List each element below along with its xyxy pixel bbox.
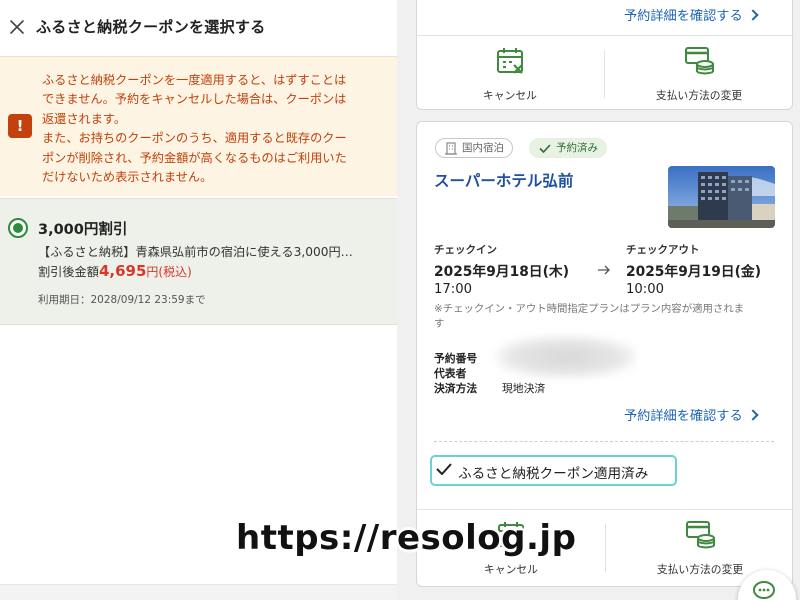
arrow-right-icon	[598, 265, 610, 275]
checkout-time: 10:00	[626, 282, 665, 297]
price-value: 4,695	[98, 262, 147, 280]
checkin-label: チェックイン	[434, 244, 497, 256]
payment-method-label: 決済方法	[434, 382, 478, 395]
check-icon	[436, 463, 452, 475]
checkout-label: チェックアウト	[626, 244, 700, 256]
category-tag: 国内宿泊	[435, 138, 513, 158]
cancel-button[interactable]: キャンセル	[416, 36, 604, 112]
coupon-radio[interactable]	[8, 218, 28, 238]
coupon-title: 3,000円割引	[38, 222, 128, 238]
watermark: https://resolog.jp	[236, 518, 577, 558]
status-badge: 予約済み	[529, 138, 607, 158]
hotel-name[interactable]: スーパーホテル弘前	[434, 169, 573, 191]
check-icon	[539, 144, 551, 153]
redacted-info	[496, 336, 636, 378]
chevron-right-icon	[747, 409, 759, 421]
card-actions: キャンセル 支払い方法の変更	[416, 35, 793, 111]
checkin-note: ※チェックイン・アウト時間指定プランはプラン内容が適用されま す	[434, 303, 745, 330]
hotel-photo[interactable]	[668, 166, 775, 228]
coupon-discounted-price: 割引後金額4,695円(税込)	[38, 262, 192, 280]
bottom-divider	[0, 584, 397, 600]
reservation-card-previous: 予約詳細を確認する キャンセル 支払い方法の変更	[416, 0, 793, 110]
coupon-expiry: 利用期日：2028/09/12 23:59まで	[38, 294, 206, 306]
payment-change-icon	[686, 521, 715, 549]
warning-icon: !	[8, 114, 32, 138]
chat-icon	[753, 581, 775, 599]
page-title: ふるさと納税クーポンを選択する	[36, 18, 266, 36]
payment-change-icon	[685, 47, 714, 75]
checkout-date: 2025年9月19日(金)	[626, 264, 761, 280]
building-icon	[445, 142, 457, 155]
chevron-right-icon	[747, 9, 759, 21]
coupon-applied-text: ふるさと納税クーポン適用済み	[458, 466, 649, 482]
checkin-date: 2025年9月18日(木)	[434, 264, 569, 280]
divider	[434, 441, 774, 442]
calendar-cancel-icon	[497, 48, 523, 74]
notice-text: ふるさと納税クーポンを一度適用すると、はずすことは できません。予約をキャンセル…	[42, 73, 347, 185]
reservation-number-label: 予約番号	[434, 352, 478, 365]
representative-label: 代表者	[434, 367, 467, 380]
checkin-time: 17:00	[434, 282, 473, 297]
payment-method-value: 現地決済	[502, 382, 546, 395]
details-link[interactable]: 予約詳細を確認する	[624, 5, 759, 24]
details-link[interactable]: 予約詳細を確認する	[624, 405, 759, 424]
close-icon[interactable]	[7, 17, 27, 37]
coupon-notice: ふるさと納税クーポンを一度適用すると、はずすことは できません。予約をキャンセル…	[0, 56, 397, 196]
change-payment-button[interactable]: 支払い方法の変更	[605, 36, 793, 112]
coupon-description: 【ふるさと納税】青森県弘前市の宿泊に使える3,000円…	[38, 245, 353, 259]
